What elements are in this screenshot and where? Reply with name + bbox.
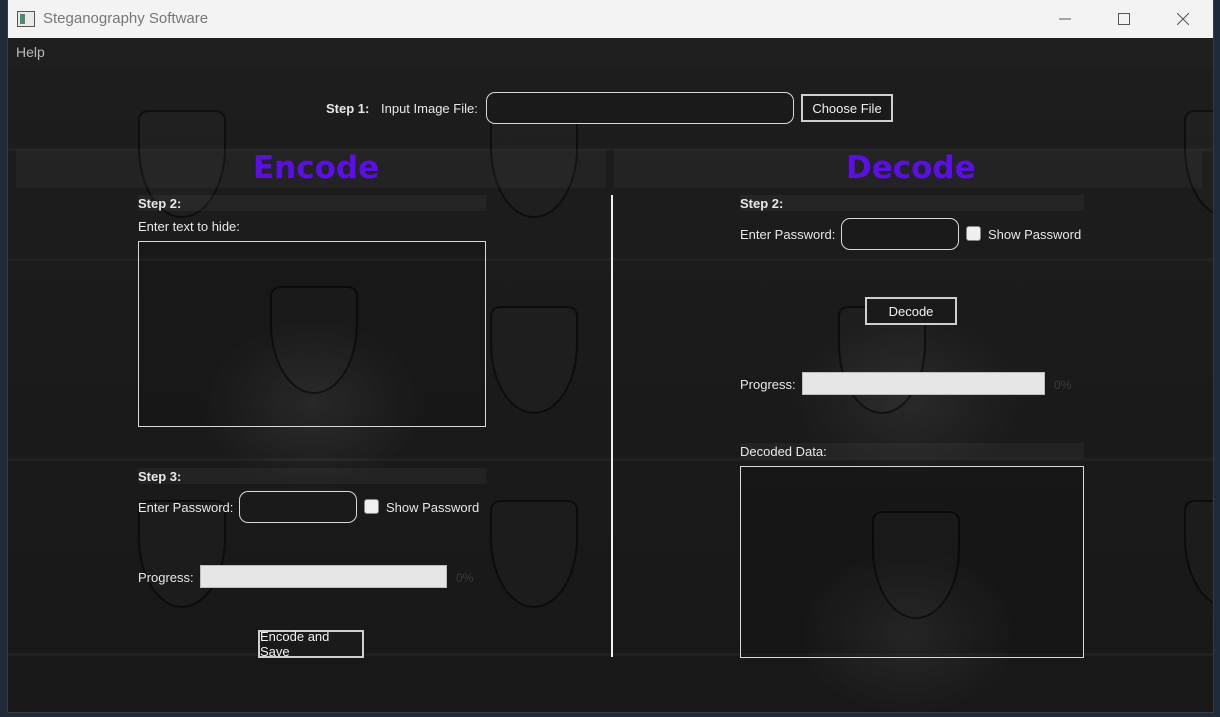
encode-progress-label: Progress:: [138, 570, 194, 585]
image-file-input[interactable]: [486, 92, 794, 124]
label-row-background: [138, 468, 486, 484]
encode-password-input[interactable]: [239, 491, 357, 523]
label-row-background: [138, 195, 486, 211]
hide-text-area[interactable]: [138, 241, 486, 427]
shield-icon: [1184, 500, 1213, 608]
decode-show-password-label: Show Password: [988, 227, 1082, 242]
title-bar: Steganography Software: [8, 0, 1213, 38]
window-title: Steganography Software: [43, 10, 209, 27]
encode-progress-text: 0%: [456, 571, 474, 585]
decode-progress-bar: [802, 372, 1045, 395]
app-window-icon: [17, 11, 35, 27]
decode-button[interactable]: Decode: [865, 297, 957, 325]
encode-step3-label: Step 3:: [138, 469, 182, 484]
encode-show-password-checkbox[interactable]: [364, 499, 379, 514]
decode-password-label: Enter Password:: [740, 227, 836, 242]
decode-password-input[interactable]: [841, 218, 959, 250]
decode-progress-label: Progress:: [740, 377, 796, 392]
close-button[interactable]: [1154, 0, 1212, 38]
shield-icon: [138, 500, 226, 608]
shield-icon: [490, 306, 578, 414]
decoded-data-area[interactable]: [740, 466, 1084, 658]
section-divider: [611, 195, 613, 657]
shield-icon: [490, 500, 578, 608]
app-window: Steganography Software Help Step 1: Inpu…: [8, 0, 1213, 712]
decode-show-password-checkbox[interactable]: [966, 226, 981, 241]
step1-label: Step 1:: [326, 101, 370, 116]
decode-progress-text: 0%: [1054, 378, 1072, 392]
encode-heading: Encode: [253, 150, 380, 186]
minimize-icon: [1059, 18, 1071, 20]
decoded-data-label: Decoded Data:: [740, 444, 827, 459]
enter-text-label: Enter text to hide:: [138, 219, 240, 234]
encode-password-label: Enter Password:: [138, 500, 234, 515]
close-icon: [1177, 13, 1189, 25]
encode-step2-label: Step 2:: [138, 196, 182, 211]
maximize-button[interactable]: [1095, 0, 1153, 38]
decode-step2-label: Step 2:: [740, 196, 784, 211]
input-image-label: Input Image File:: [381, 101, 478, 116]
maximize-icon: [1118, 13, 1130, 25]
encode-and-save-button[interactable]: Encode and Save: [258, 629, 364, 659]
menu-help[interactable]: Help: [16, 44, 45, 60]
minimize-button[interactable]: [1036, 0, 1094, 38]
choose-file-button[interactable]: Choose File: [801, 94, 893, 122]
label-row-background: [740, 195, 1084, 211]
encode-show-password-label: Show Password: [386, 500, 480, 515]
decode-heading: Decode: [846, 150, 976, 186]
menu-bar: Help: [8, 38, 1213, 68]
encode-progress-bar: [200, 565, 447, 588]
